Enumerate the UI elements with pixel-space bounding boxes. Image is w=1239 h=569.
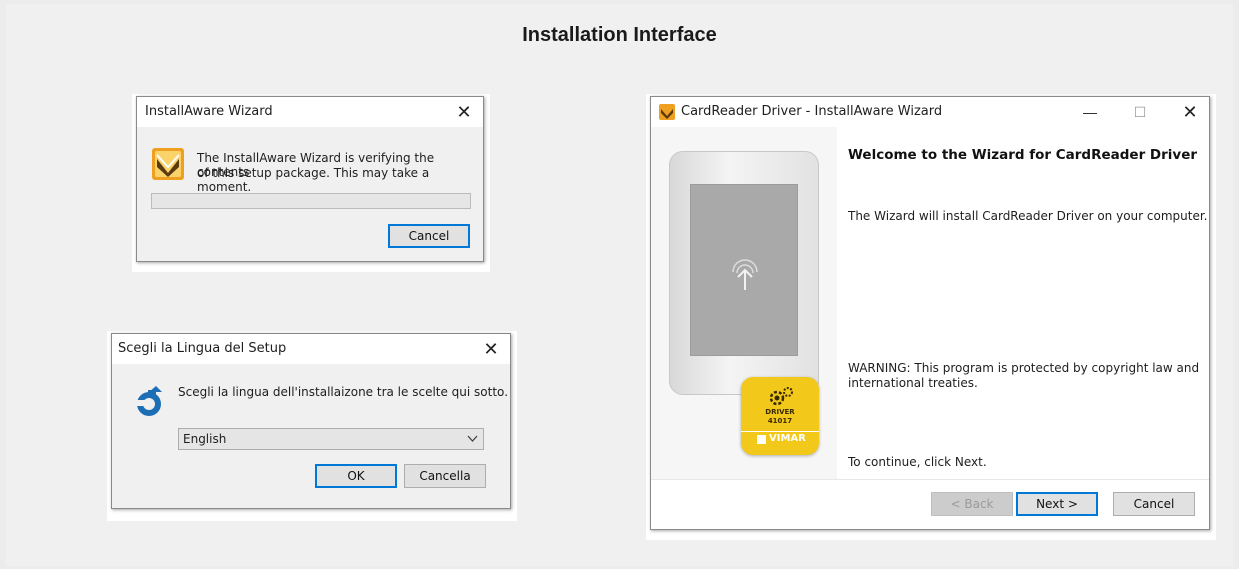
wizard-dialog-title: CardReader Driver - InstallAware Wizard (681, 104, 943, 119)
language-select[interactable]: English (178, 428, 484, 450)
vimar-logo-icon (757, 435, 766, 444)
verify-message-line2: of this setup package. This may take a m… (197, 166, 430, 194)
cancella-button[interactable]: Cancella (404, 464, 486, 488)
wizard-dialog: CardReader Driver - InstallAware Wizard … (650, 96, 1210, 530)
wizard-dialog-frame: CardReader Driver - InstallAware Wizard … (646, 94, 1216, 540)
language-dialog-titlebar[interactable]: Scegli la Lingua del Setup (112, 334, 510, 364)
verify-dialog-frame: InstallAware Wizard ✕ The InstallAware W… (132, 94, 490, 272)
gears-icon (769, 387, 793, 406)
language-dialog: Scegli la Lingua del Setup ✕ Scegli la l… (111, 333, 511, 509)
cancel-button[interactable]: Cancel (1113, 492, 1195, 516)
badge-driver-label: DRIVER (765, 408, 795, 416)
badge-brand-strip: VIMAR (741, 431, 819, 447)
back-button[interactable]: < Back (931, 492, 1013, 516)
chevron-down-icon (467, 435, 478, 442)
driver-badge: DRIVER 41017 VIMAR (741, 377, 819, 455)
verify-dialog-title: InstallAware Wizard (145, 104, 273, 119)
installaware-logo-icon (659, 104, 675, 120)
verify-dialog-titlebar[interactable]: InstallAware Wizard (137, 97, 483, 127)
badge-brand-label: VIMAR (769, 433, 806, 444)
minimize-icon[interactable]: — (1075, 97, 1105, 127)
close-icon[interactable]: ✕ (1175, 97, 1205, 127)
installaware-logo-icon (152, 148, 184, 180)
page-title: Installation Interface (522, 24, 717, 46)
wizard-banner: DRIVER 41017 VIMAR (651, 127, 837, 479)
card-reader-device (669, 151, 819, 395)
wizard-intro: The Wizard will install CardReader Drive… (848, 209, 1208, 223)
cancel-button[interactable]: Cancel (388, 224, 470, 248)
verify-dialog: InstallAware Wizard ✕ The InstallAware W… (136, 96, 484, 262)
wizard-footer-divider (651, 479, 1209, 480)
language-message: Scegli la lingua dell'installaizone tra … (178, 385, 509, 399)
language-dialog-frame: Scegli la Lingua del Setup ✕ Scegli la l… (107, 331, 517, 521)
setup-language-icon (136, 386, 162, 416)
close-icon[interactable]: ✕ (476, 334, 506, 364)
wizard-heading: Welcome to the Wizard for CardReader Dri… (848, 147, 1198, 163)
nfc-arrow-icon (732, 259, 758, 290)
wizard-continue-text: To continue, click Next. (848, 455, 987, 469)
wizard-warning-line1: WARNING: This program is protected by co… (848, 361, 1200, 375)
maximize-icon[interactable]: ☐ (1125, 97, 1155, 127)
close-icon[interactable]: ✕ (449, 97, 479, 127)
ok-button[interactable]: OK (315, 464, 397, 488)
language-dialog-title: Scegli la Lingua del Setup (118, 341, 287, 356)
next-button[interactable]: Next > (1016, 492, 1098, 516)
wizard-warning-line2: international treaties. (848, 376, 978, 390)
verify-progress-bar (151, 193, 471, 209)
badge-code-label: 41017 (767, 417, 793, 425)
language-select-value: English (183, 432, 227, 446)
